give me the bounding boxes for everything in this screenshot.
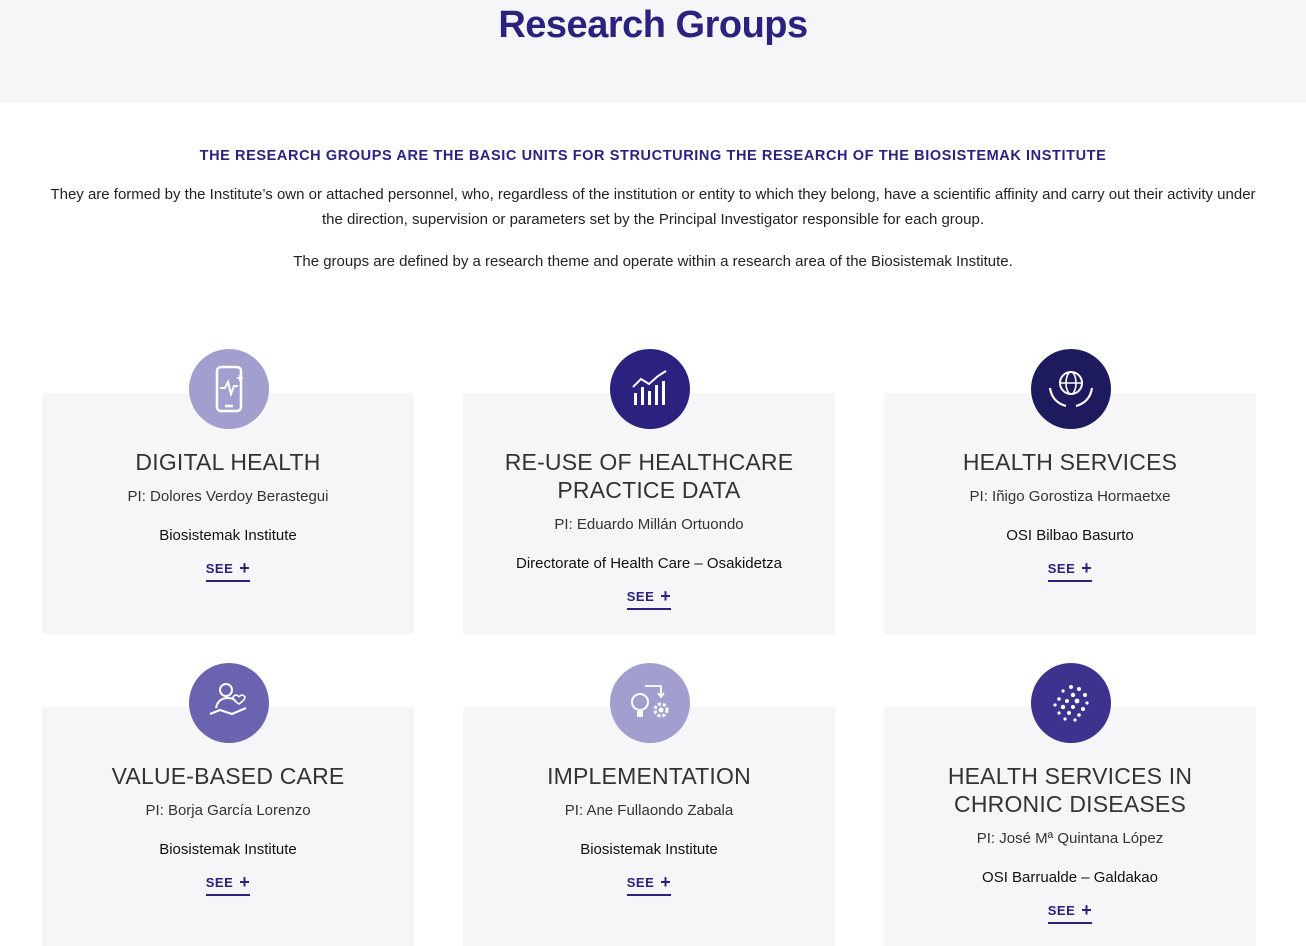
see-more-link[interactable]: SEE + <box>626 872 672 896</box>
network-dots-icon <box>1053 685 1089 722</box>
group-card-digital-health: DIGITAL HEALTH PI: Dolores Verdoy Berast… <box>42 349 414 634</box>
intro-section: THE RESEARCH GROUPS ARE THE BASIC UNITS … <box>0 148 1306 274</box>
plus-icon: + <box>660 586 672 606</box>
group-institution: Biosistemak Institute <box>159 841 297 858</box>
intro-paragraph-1: They are formed by the Institute’s own o… <box>50 186 1256 228</box>
group-pi: PI: José Mª Quintana López <box>976 830 1164 847</box>
group-card-health-services: HEALTH SERVICES PI: Iñigo Gorostiza Horm… <box>884 349 1256 634</box>
plus-icon: + <box>1081 900 1093 920</box>
bar-chart-icon <box>632 370 667 405</box>
see-more-link[interactable]: SEE + <box>626 586 672 610</box>
group-card-value-based-care: VALUE-BASED CARE PI: Borja García Lorenz… <box>42 663 414 946</box>
smartphone-health-icon <box>215 365 243 413</box>
group-card-implementation: IMPLEMENTATION PI: Ane Fullaondo Zabala … <box>463 663 835 946</box>
see-label: SEE <box>205 875 234 890</box>
group-icon-circle <box>610 349 690 429</box>
group-institution: OSI Barrualde – Galdakao <box>982 869 1158 886</box>
group-title: HEALTH SERVICES <box>962 449 1178 475</box>
group-card-chronic-diseases: HEALTH SERVICES IN CHRONIC DISEASES PI: … <box>884 663 1256 946</box>
page-title: Research Groups <box>498 4 808 46</box>
group-institution: Biosistemak Institute <box>159 527 297 544</box>
group-icon-circle <box>1031 663 1111 743</box>
group-title: RE-USE OF HEALTHCARE PRACTICE DATA <box>504 449 794 503</box>
globe-hands-icon <box>1048 371 1094 408</box>
intro-paragraph-2: The groups are defined by a research the… <box>293 253 1013 270</box>
see-label: SEE <box>626 589 655 604</box>
group-title: VALUE-BASED CARE <box>111 763 345 789</box>
see-more-link[interactable]: SEE + <box>1047 558 1093 582</box>
plus-icon: + <box>1081 558 1093 578</box>
intro-kicker: THE RESEARCH GROUPS ARE THE BASIC UNITS … <box>199 148 1107 164</box>
group-card-reuse-data: RE-USE OF HEALTHCARE PRACTICE DATA PI: E… <box>463 349 835 634</box>
group-icon-circle <box>610 663 690 743</box>
see-label: SEE <box>1047 903 1076 918</box>
see-more-link[interactable]: SEE + <box>205 872 251 896</box>
group-pi: PI: Ane Fullaondo Zabala <box>564 802 734 819</box>
group-title: IMPLEMENTATION <box>547 763 751 789</box>
group-institution: Biosistemak Institute <box>580 841 718 858</box>
idea-gear-icon <box>631 685 669 718</box>
group-icon-circle <box>189 663 269 743</box>
group-pi: PI: Dolores Verdoy Berastegui <box>127 488 329 505</box>
group-icon-circle <box>1031 349 1111 429</box>
group-institution: OSI Bilbao Basurto <box>1006 527 1134 544</box>
see-label: SEE <box>205 561 234 576</box>
plus-icon: + <box>239 872 251 892</box>
see-more-link[interactable]: SEE + <box>205 558 251 582</box>
care-person-icon <box>209 683 247 716</box>
group-pi: PI: Eduardo Millán Ortuondo <box>554 516 744 533</box>
see-label: SEE <box>1047 561 1076 576</box>
see-more-link[interactable]: SEE + <box>1047 900 1093 924</box>
group-pi: PI: Borja García Lorenzo <box>145 802 311 819</box>
group-pi: PI: Iñigo Gorostiza Hormaetxe <box>969 488 1171 505</box>
see-label: SEE <box>626 875 655 890</box>
group-title: DIGITAL HEALTH <box>135 449 321 475</box>
hero-banner: Research Groups <box>0 0 1306 103</box>
group-icon-circle <box>189 349 269 429</box>
group-institution: Directorate of Health Care – Osakidetza <box>516 555 782 572</box>
plus-icon: + <box>239 558 251 578</box>
group-title: HEALTH SERVICES IN CHRONIC DISEASES <box>947 763 1193 817</box>
plus-icon: + <box>660 872 672 892</box>
